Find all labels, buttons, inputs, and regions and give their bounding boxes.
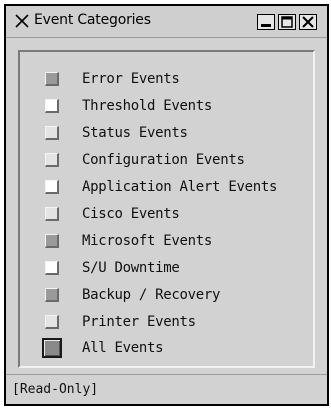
- close-icon: [302, 16, 314, 28]
- category-label: Status Events: [82, 125, 188, 141]
- category-item-microsoft-events[interactable]: Microsoft Events: [45, 231, 305, 253]
- minimize-icon: [261, 24, 271, 27]
- category-swatch[interactable]: [45, 99, 59, 113]
- category-swatch[interactable]: [45, 261, 59, 275]
- category-swatch[interactable]: [45, 315, 59, 329]
- category-label: S/U Downtime: [82, 260, 180, 276]
- category-label: Threshold Events: [82, 98, 213, 114]
- category-swatch[interactable]: [45, 288, 59, 302]
- category-swatch[interactable]: [45, 207, 59, 221]
- title-bar[interactable]: Event Categories: [6, 6, 327, 38]
- category-label: Backup / Recovery: [82, 287, 221, 303]
- category-item-configuration-events[interactable]: Configuration Events: [45, 150, 305, 172]
- category-item-su-downtime[interactable]: S/U Downtime: [45, 258, 305, 280]
- category-item-printer-events[interactable]: Printer Events: [45, 312, 305, 334]
- category-swatch-selected[interactable]: [42, 338, 62, 358]
- status-text: [Read-Only]: [12, 382, 99, 397]
- category-swatch[interactable]: [45, 126, 59, 140]
- category-item-backup-recovery[interactable]: Backup / Recovery: [45, 285, 305, 307]
- category-item-error-events[interactable]: Error Events: [45, 69, 305, 91]
- category-swatch[interactable]: [45, 72, 59, 86]
- category-label: Printer Events: [82, 314, 196, 330]
- category-swatch[interactable]: [45, 153, 59, 167]
- maximize-icon: [281, 16, 293, 28]
- close-x-icon: [15, 14, 29, 28]
- window-title: Event Categories: [34, 12, 151, 28]
- status-bar: [Read-Only]: [6, 374, 327, 404]
- category-item-threshold-events[interactable]: Threshold Events: [45, 96, 305, 118]
- category-label: Configuration Events: [82, 152, 245, 168]
- category-item-cisco-events[interactable]: Cisco Events: [45, 204, 305, 226]
- category-swatch[interactable]: [45, 234, 59, 248]
- category-item-all-events[interactable]: All Events: [42, 338, 305, 360]
- minimize-button[interactable]: [257, 14, 275, 30]
- close-button[interactable]: [299, 14, 317, 30]
- maximize-button[interactable]: [278, 14, 296, 30]
- category-item-application-alert-events[interactable]: Application Alert Events: [45, 177, 305, 199]
- category-label: Cisco Events: [82, 206, 180, 222]
- category-label: Microsoft Events: [82, 233, 213, 249]
- event-categories-window: Event Categories Error Events Threshold …: [4, 4, 329, 406]
- category-label: Application Alert Events: [82, 179, 278, 195]
- category-swatch[interactable]: [45, 180, 59, 194]
- category-label: Error Events: [82, 71, 180, 87]
- categories-panel: Error Events Threshold Events Status Eve…: [18, 50, 315, 368]
- category-item-status-events[interactable]: Status Events: [45, 123, 305, 145]
- category-label: All Events: [82, 340, 164, 356]
